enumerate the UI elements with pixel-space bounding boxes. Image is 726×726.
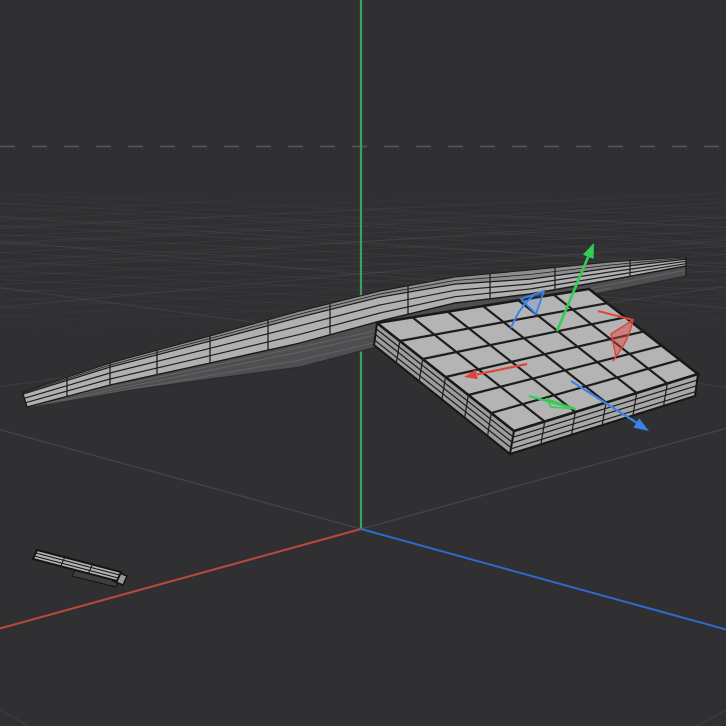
y-arrow-head: [583, 243, 594, 259]
x-axis-line: [0, 529, 361, 630]
z-axis-line: [361, 529, 726, 631]
3d-viewport[interactable]: [0, 0, 726, 726]
grid-line: [0, 710, 726, 726]
z-arrow-head: [633, 418, 649, 431]
small-plank-object[interactable]: [33, 550, 127, 587]
viewport-scene-layer: [0, 0, 726, 726]
grid-line: [0, 710, 726, 726]
z-axis-extension-line: [0, 428, 361, 529]
